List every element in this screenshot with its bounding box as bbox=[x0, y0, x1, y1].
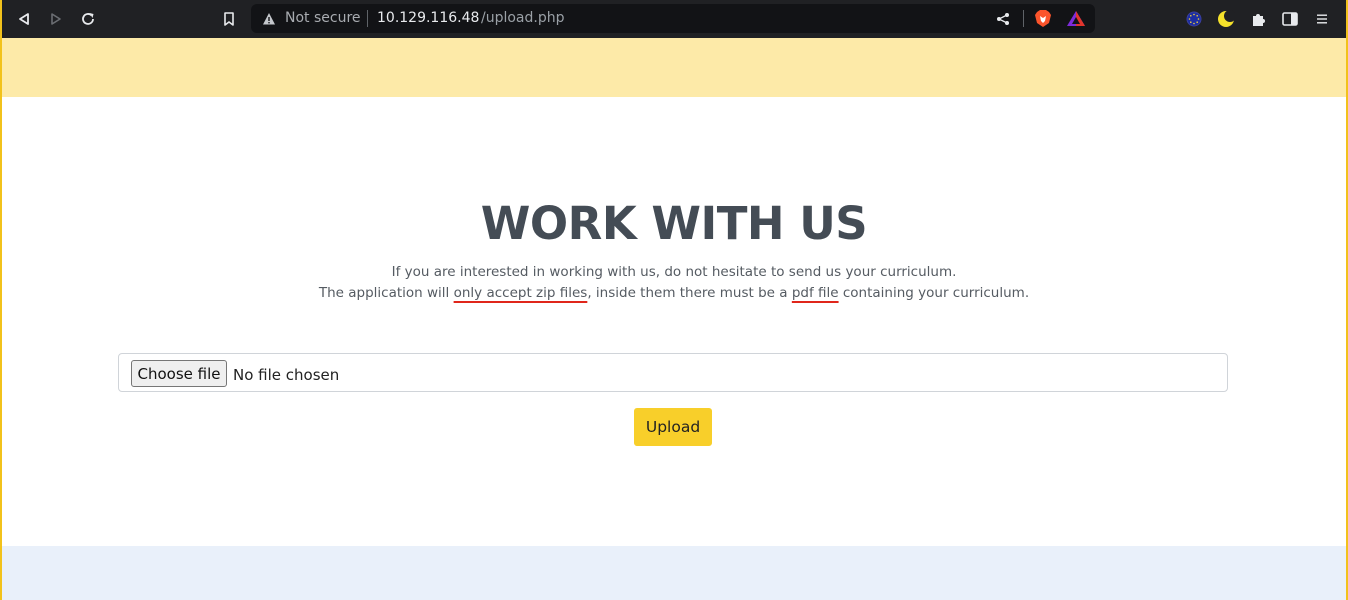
forward-icon[interactable] bbox=[46, 9, 66, 29]
browser-toolbar: Not secure 10.129.116.48 /upload.php bbox=[2, 0, 1346, 38]
url-divider-2 bbox=[1023, 10, 1024, 27]
extensions-icon[interactable] bbox=[1248, 9, 1268, 29]
page-title: WORK WITH US bbox=[480, 197, 868, 250]
dark-mode-icon[interactable] bbox=[1216, 9, 1236, 29]
description-text: The application will bbox=[318, 285, 454, 301]
header-band bbox=[2, 38, 1346, 97]
warning-icon[interactable] bbox=[262, 11, 276, 25]
reload-icon[interactable] bbox=[78, 9, 98, 29]
description-text: , inside them there must be a bbox=[587, 285, 792, 301]
choose-file-button[interactable]: Choose file bbox=[131, 360, 227, 387]
description-line-1: If you are interested in working with us… bbox=[391, 264, 957, 280]
menu-icon[interactable] bbox=[1312, 9, 1332, 29]
footer-band bbox=[2, 546, 1346, 600]
back-icon[interactable] bbox=[14, 9, 34, 29]
pdf-requirement-highlight: pdf file bbox=[791, 285, 839, 301]
url-divider bbox=[367, 10, 368, 27]
security-label[interactable]: Not secure bbox=[285, 10, 361, 26]
zip-requirement-highlight: only accept zip files bbox=[453, 285, 588, 301]
upload-button[interactable]: Upload bbox=[634, 408, 712, 446]
url-path[interactable]: /upload.php bbox=[481, 10, 565, 26]
sidebar-icon[interactable] bbox=[1280, 9, 1300, 29]
file-input[interactable]: Choose file No file chosen bbox=[118, 353, 1228, 392]
brave-shield-icon[interactable] bbox=[1034, 9, 1052, 28]
browser-window: Not secure 10.129.116.48 /upload.php WOR… bbox=[0, 0, 1348, 600]
file-status-text: No file chosen bbox=[233, 366, 340, 384]
description-line-2: The application will only accept zip fil… bbox=[2, 285, 1346, 301]
share-icon[interactable] bbox=[996, 11, 1010, 25]
address-bar[interactable]: Not secure 10.129.116.48 /upload.php bbox=[251, 4, 1095, 33]
brave-rewards-icon[interactable] bbox=[1066, 10, 1086, 27]
url-host[interactable]: 10.129.116.48 bbox=[377, 10, 479, 26]
description-text: containing your curriculum. bbox=[838, 285, 1030, 301]
bookmark-icon[interactable] bbox=[219, 9, 239, 29]
vpn-icon[interactable] bbox=[1184, 9, 1204, 29]
